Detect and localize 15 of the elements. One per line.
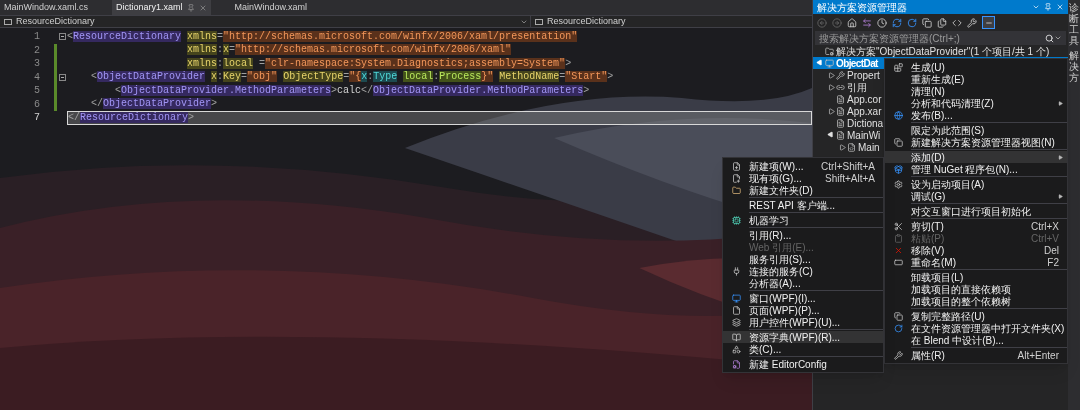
line-number: 7 [33,111,41,126]
line-number: 3 [33,57,41,72]
code-line: </ResourceDictionary> [68,111,195,124]
line-number: 5 [33,84,41,99]
code-line: <ResourceDictionary xmlns="http://schemas.microsoft.com/winfx/2006/xaml/presentation" [67,30,578,43]
code-line: xmlns:x="http://schemas.microsoft.com/winfx/2006/xaml" [187,44,512,57]
code-line: </ObjectDataProvider> [91,98,218,111]
code-line: xmlns:local ="clr-namespace:System.Diagnostics;assembly=System"> [187,57,572,70]
line-number: 4 [33,70,41,85]
line-number: 6 [33,97,41,112]
code-line: <ObjectDataProvider.MethodParameters>calc</ObjectDataProvider.MethodParameters> [115,84,590,97]
line-number: 1 [33,30,41,45]
panel-title: 解决方案资源管理器 [817,0,908,15]
code-line: <ObjectDataProvider x:Key="obj" ObjectType="{x:Type local:Process}" MethodName="Start"> [91,71,614,84]
line-number: 2 [33,43,41,58]
